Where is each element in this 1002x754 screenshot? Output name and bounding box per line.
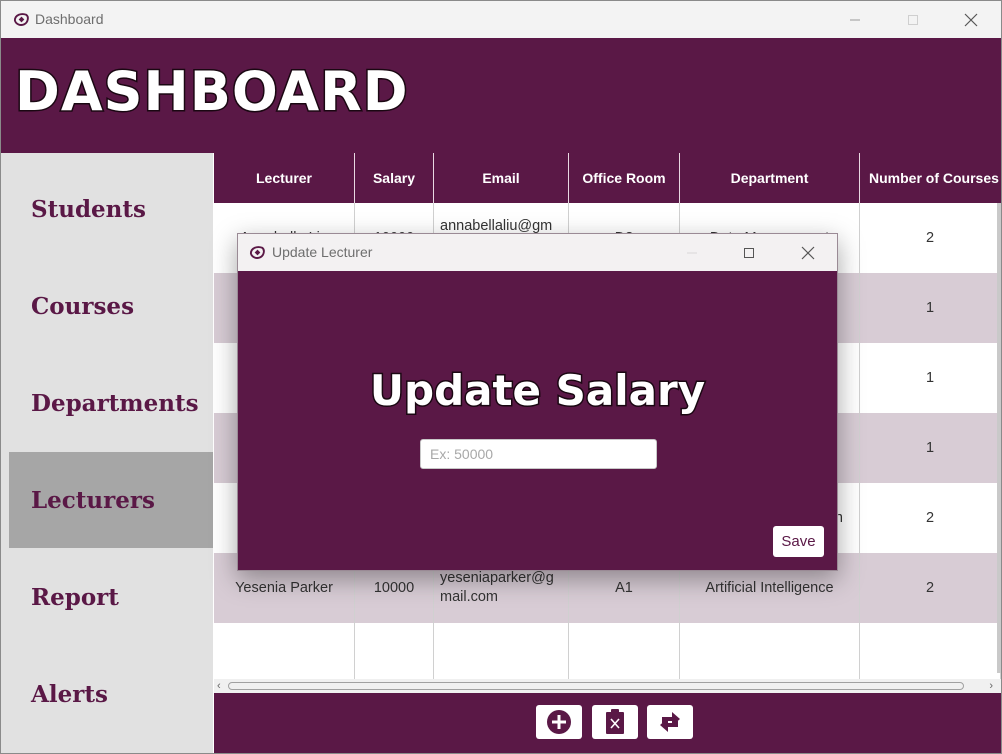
cell-courses: 1 (860, 413, 1001, 483)
cell-courses: 1 (860, 343, 1001, 413)
header-banner: DASHBOARD (1, 38, 1001, 153)
add-icon (547, 710, 571, 734)
dialog-heading: Update Salary (368, 365, 706, 417)
cell-lecturer (214, 623, 355, 679)
title-bar[interactable]: Dashboard (1, 1, 1001, 38)
cell-office (569, 623, 680, 679)
app-logo-icon (249, 246, 265, 259)
minimize-button[interactable] (826, 1, 884, 38)
cell-email (434, 623, 569, 679)
cell-courses: 2 (860, 553, 1001, 623)
add-button[interactable] (536, 705, 582, 739)
maximize-icon (908, 14, 918, 25)
horizontal-scrollbar[interactable]: ‹ › (214, 679, 1001, 693)
update-button[interactable] (647, 705, 693, 739)
close-icon (964, 13, 978, 26)
cell-courses: 2 (860, 483, 1001, 553)
delete-clipboard-icon (606, 709, 624, 734)
cell-department (680, 623, 860, 679)
sidebar-item-report[interactable]: Report (9, 549, 213, 645)
column-header-salary[interactable]: Salary (355, 153, 434, 203)
maximize-button[interactable] (884, 1, 942, 38)
close-button[interactable] (942, 1, 1000, 38)
cell-courses (860, 623, 1001, 679)
swap-arrows-icon (660, 712, 680, 732)
window-title: Dashboard (35, 11, 104, 27)
minimize-icon (850, 19, 860, 20)
scroll-right-icon[interactable]: › (989, 679, 993, 693)
dialog-close-button[interactable] (779, 234, 837, 271)
dialog-title-bar[interactable]: Update Lecturer (238, 234, 837, 271)
footer-toolbar (214, 693, 1001, 753)
save-button[interactable]: Save (773, 526, 824, 557)
cell-courses: 2 (860, 203, 1001, 273)
app-logo-icon (13, 13, 29, 26)
sidebar: Students Courses Departments Lecturers R… (1, 153, 213, 753)
sidebar-item-lecturers[interactable]: Lecturers (9, 452, 213, 548)
scrollbar-thumb[interactable] (228, 682, 964, 690)
column-header-number-of-courses[interactable]: Number of Courses (860, 153, 1001, 203)
minimize-icon (687, 252, 697, 253)
dialog-maximize-button[interactable] (720, 234, 778, 271)
page-title: DASHBOARD (14, 59, 410, 125)
dialog-minimize-button[interactable] (663, 234, 721, 271)
sidebar-item-students[interactable]: Students (9, 161, 213, 257)
vertical-scrollbar[interactable] (997, 203, 1001, 673)
salary-input[interactable] (420, 439, 657, 469)
column-header-office-room[interactable]: Office Room (569, 153, 680, 203)
sidebar-item-courses[interactable]: Courses (9, 258, 213, 354)
scroll-left-icon[interactable]: ‹ (217, 679, 221, 693)
column-header-lecturer[interactable]: Lecturer (214, 153, 355, 203)
delete-button[interactable] (592, 705, 638, 739)
column-header-department[interactable]: Department (680, 153, 860, 203)
maximize-icon (744, 247, 754, 258)
table-row-empty (214, 623, 1001, 679)
update-lecturer-dialog[interactable]: Update Lecturer Update Salary Save (237, 233, 838, 571)
cell-salary (355, 623, 434, 679)
sidebar-item-alerts[interactable]: Alerts (9, 646, 213, 742)
close-icon (801, 246, 815, 259)
cell-courses: 1 (860, 273, 1001, 343)
sidebar-item-departments[interactable]: Departments (9, 355, 213, 451)
column-header-email[interactable]: Email (434, 153, 569, 203)
dialog-title: Update Lecturer (272, 244, 373, 260)
